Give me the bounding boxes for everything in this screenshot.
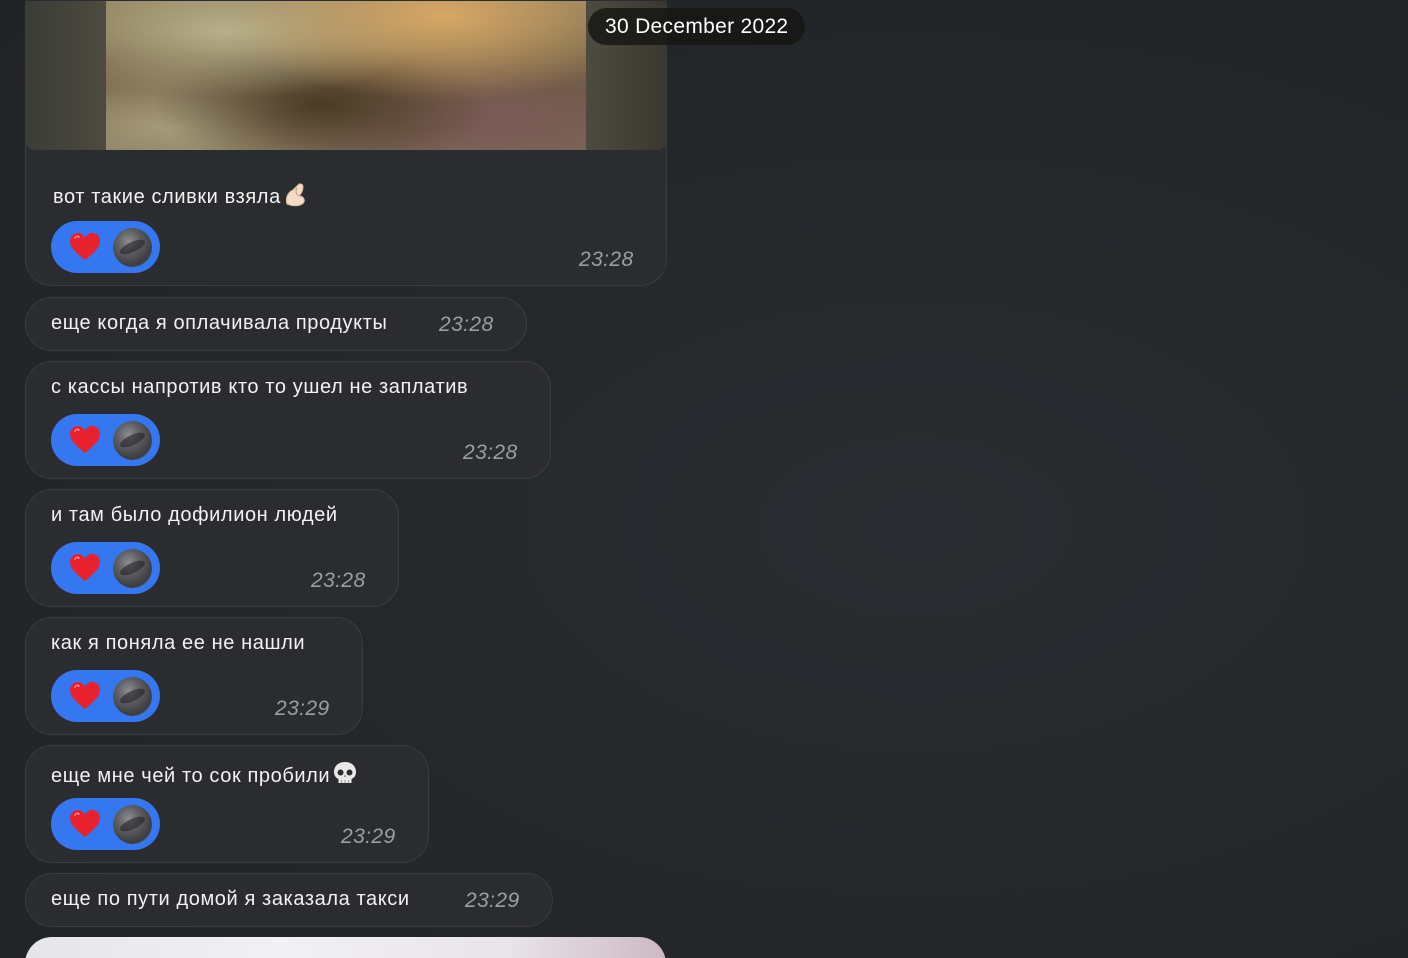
message-bubble[interactable]: с кассы напротив кто то ушел не заплатив… [25,361,551,479]
message-time: 23:29 [341,825,396,848]
message-text: еще когда я оплачивала продукты [51,312,388,334]
message-text: и там было дофилион людей [51,504,338,526]
photo-attachment[interactable] [26,1,666,150]
message-text: вот такие сливки взяла [53,182,308,209]
photo-image [106,1,586,150]
reaction-heart[interactable] [51,798,160,850]
reaction-heart[interactable] [51,542,160,594]
avatar [113,421,152,460]
message-text: как я поняла ее не нашли [51,632,306,654]
avatar [113,805,152,844]
message-time: 23:29 [275,697,330,720]
date-divider: 30 December 2022 [588,8,806,45]
heart-icon [70,426,100,453]
pinching-hand-icon [285,183,305,207]
message-time: 23:28 [439,313,494,336]
heart-icon [70,810,100,837]
reaction-heart[interactable] [51,414,160,466]
message-time: 23:28 [463,441,518,464]
reaction-heart[interactable] [51,221,160,273]
message-time: 23:29 [465,889,520,912]
avatar [113,549,152,588]
message-bubble[interactable]: и там было дофилион людей 23:28 [25,489,399,607]
message-text: с кассы напротив кто то ушел не заплатив [51,376,469,398]
avatar [113,677,152,716]
message-text: еще по пути домой я заказала такси [51,888,410,910]
message-bubble[interactable]: еще мне чей то сок пробили 23:29 [25,745,429,863]
message-time: 23:28 [579,248,634,271]
message-text-content: вот такие сливки взяла [53,186,281,208]
message-bubble[interactable]: как я поняла ее не нашли 23:29 [25,617,363,735]
heart-icon [70,554,100,581]
chat-history: 30 December 2022 вот такие сливки взяла … [0,0,1408,958]
avatar [113,228,152,267]
reaction-heart[interactable] [51,670,160,722]
message-text-content: еще мне чей то сок пробили [51,765,331,787]
message-text: еще мне чей то сок пробили [51,760,358,788]
skull-icon [334,762,357,783]
photo-attachment-next[interactable] [25,937,666,958]
message-time: 23:28 [311,569,366,592]
message-bubble[interactable]: еще когда я оплачивала продукты 23:28 [25,297,527,351]
heart-icon [70,682,100,709]
heart-icon [70,233,100,260]
message-bubble-photo[interactable]: вот такие сливки взяла 23:28 [25,0,667,286]
message-bubble[interactable]: еще по пути домой я заказала такси 23:29 [25,873,553,927]
